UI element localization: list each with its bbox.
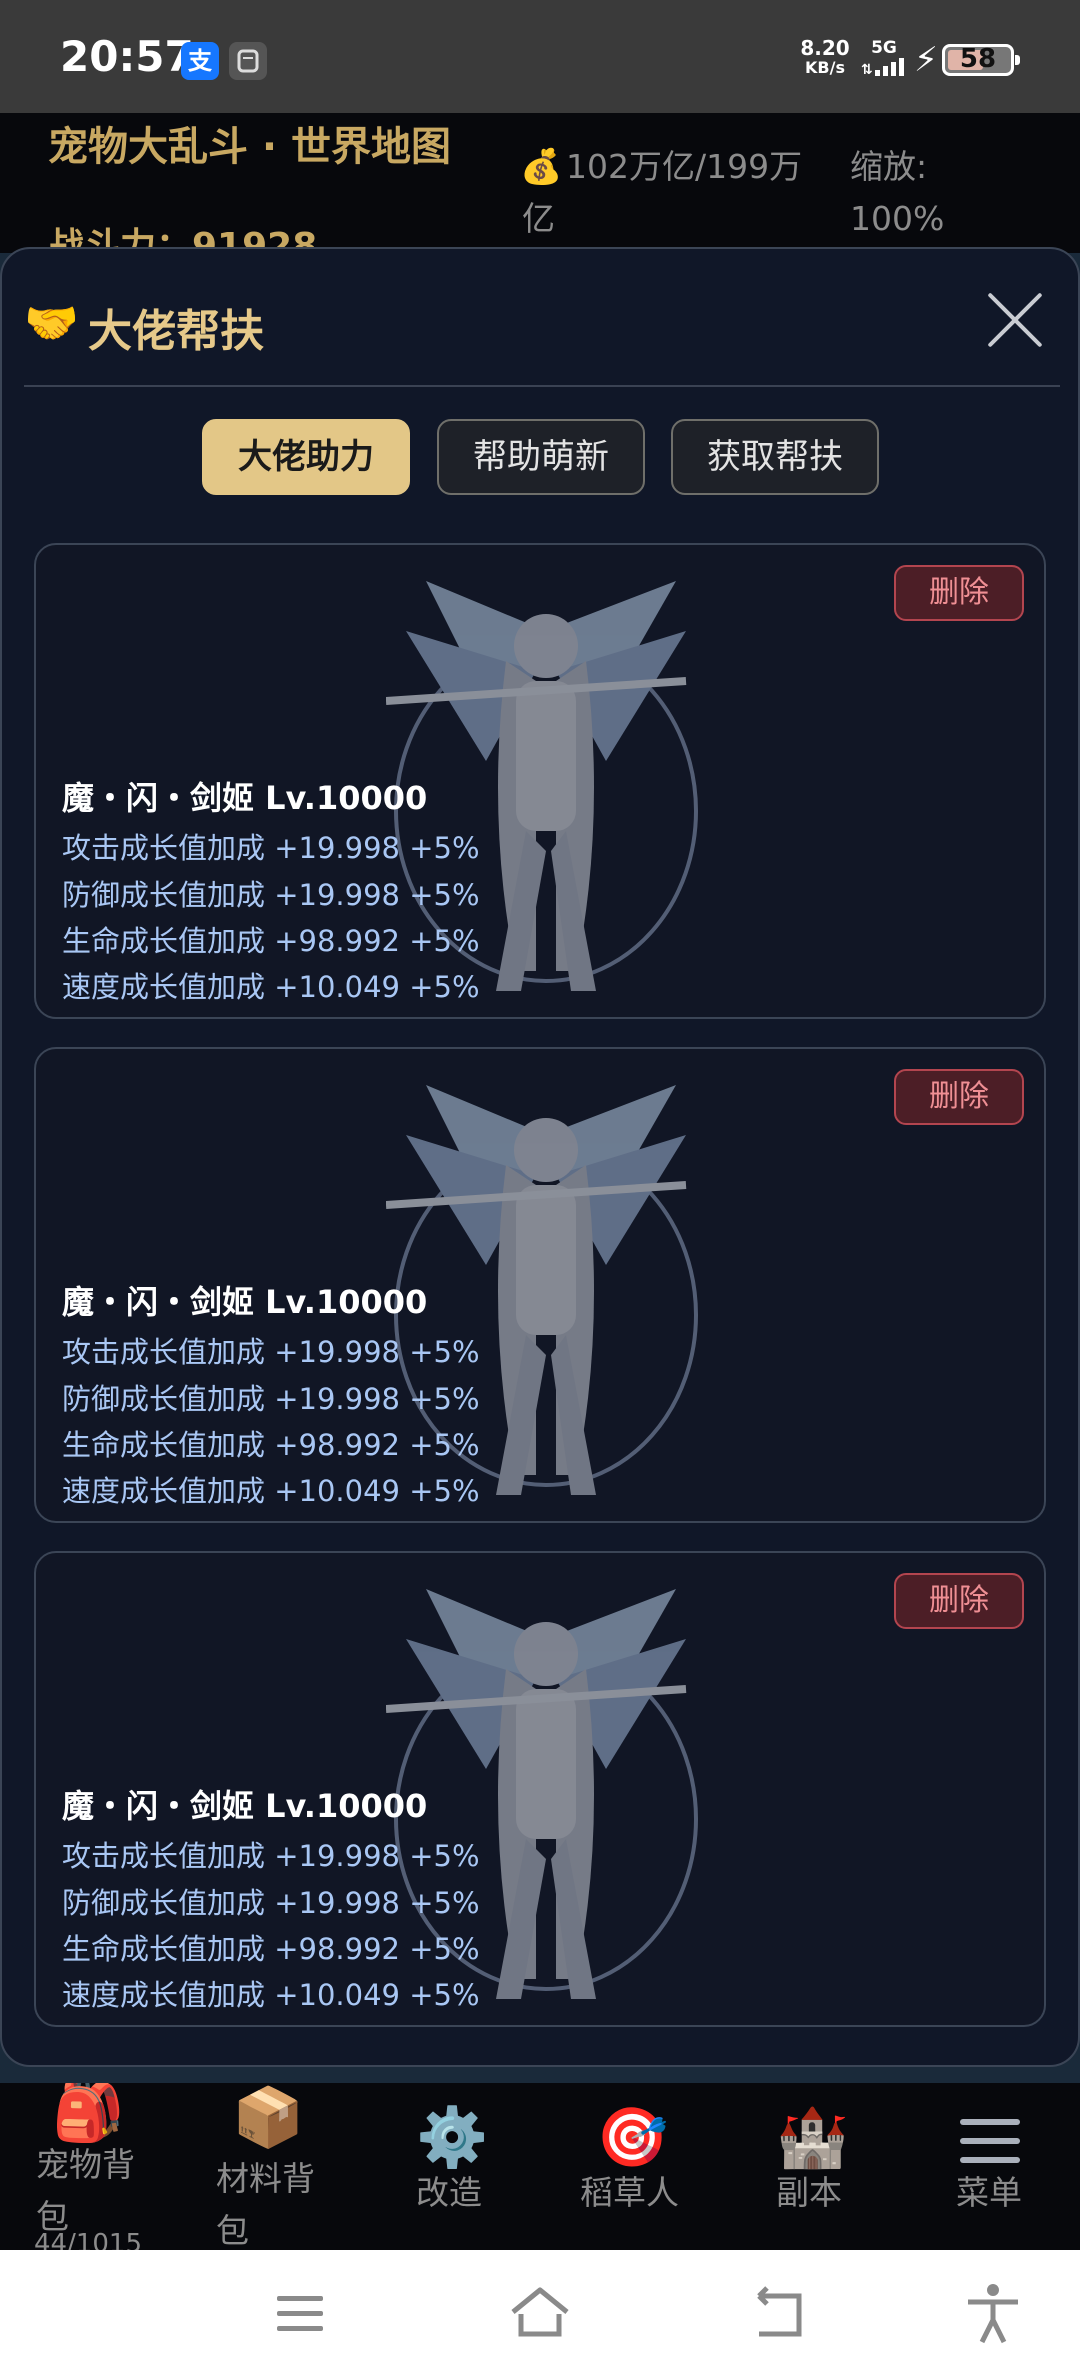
tab-help-newbie[interactable]: 帮助萌新 <box>437 419 645 495</box>
castle-icon: 🏰 <box>776 2103 849 2171</box>
nav-label: 材料背包 <box>216 2159 315 2250</box>
box-icon: 📦 <box>232 2083 305 2151</box>
tab-boss-assist[interactable]: 大佬助力 <box>202 419 410 495</box>
gear-icon: ⚙️ <box>416 2103 489 2171</box>
status-time: 20:57 <box>60 32 194 81</box>
delete-button[interactable]: 删除 <box>894 1069 1024 1125</box>
back-icon[interactable] <box>745 2278 815 2348</box>
stat-attack: 攻击成长值加成 +19.998 +5% <box>62 831 480 865</box>
stat-defense: 防御成长值加成 +19.998 +5% <box>62 878 480 912</box>
nav-pet-backpack[interactable]: 🎒 宠物背包 44/1015 <box>0 2083 180 2250</box>
network-speed-value: 8.20 <box>800 36 850 60</box>
accessibility-icon[interactable] <box>958 2278 1028 2348</box>
pet-card: 删除 魔・闪・剑姬 Lv.10000 攻击成长值加成 +19.998 +5% 防… <box>34 1047 1046 1523</box>
handshake-icon: 🤝 <box>24 298 79 349</box>
pet-card: 删除 魔・闪・剑姬 Lv.10000 攻击成长值加成 +19.998 +5% 防… <box>34 543 1046 1019</box>
stat-attack: 攻击成长值加成 +19.998 +5% <box>62 1839 480 1873</box>
tab-get-help[interactable]: 获取帮扶 <box>671 419 879 495</box>
signal-bars-icon: ⇅ <box>861 58 904 78</box>
stat-defense: 防御成长值加成 +19.998 +5% <box>62 1886 480 1920</box>
network-type: 5G <box>871 38 897 58</box>
network-speed: 8.20 KB/s <box>792 38 858 78</box>
modal-title: 大佬帮扶 <box>88 306 264 357</box>
pet-name: 魔・闪・剑姬 Lv.10000 <box>62 1283 428 1321</box>
zoom-display: 缩放: 100% <box>850 147 945 238</box>
nav-menu[interactable]: 菜单 <box>900 2083 1080 2250</box>
stat-hp: 生命成长值加成 +98.992 +5% <box>62 1428 480 1462</box>
battery-level: 58 <box>959 44 997 74</box>
nav-label: 副本 <box>776 2173 842 2212</box>
nav-dungeon[interactable]: 🏰 副本 <box>720 2083 900 2250</box>
stat-speed: 速度成长值加成 +10.049 +5% <box>62 970 480 1004</box>
app-notification-icon <box>229 42 267 80</box>
stat-speed: 速度成长值加成 +10.049 +5% <box>62 1978 480 2012</box>
game-header: 宠物大乱斗 · 世界地图 战斗力：91928 💰 102万亿/199万亿 缩放:… <box>0 113 1080 253</box>
svg-text:⇅: ⇅ <box>861 62 873 76</box>
status-bar: 20:57 支 8.20 KB/s 5G ⇅ ⚡ 58 <box>0 0 1080 113</box>
delete-button[interactable]: 删除 <box>894 1573 1024 1629</box>
game-title: 宠物大乱斗 · 世界地图 <box>48 124 452 170</box>
pet-name: 魔・闪・剑姬 Lv.10000 <box>62 1787 428 1825</box>
battery-icon: 58 <box>942 44 1020 76</box>
pet-count: 44/1015 <box>34 2229 143 2250</box>
recent-apps-icon[interactable] <box>265 2278 335 2348</box>
stat-attack: 攻击成长值加成 +19.998 +5% <box>62 1335 480 1369</box>
signal-5g: 5G ⇅ <box>860 38 908 81</box>
alipay-icon: 支 <box>181 42 219 80</box>
nav-label: 宠物背包 <box>36 2145 135 2236</box>
stat-speed: 速度成长值加成 +10.049 +5% <box>62 1474 480 1508</box>
nav-label: 改造 <box>416 2173 482 2212</box>
stat-hp: 生命成长值加成 +98.992 +5% <box>62 1932 480 1966</box>
nav-material-backpack[interactable]: 📦 材料背包 <box>180 2083 360 2250</box>
nav-scarecrow[interactable]: 🎯 稻草人 <box>540 2083 720 2250</box>
delete-button[interactable]: 删除 <box>894 565 1024 621</box>
home-icon[interactable] <box>505 2278 575 2348</box>
nav-modify[interactable]: ⚙️ 改造 <box>360 2083 540 2250</box>
stat-defense: 防御成长值加成 +19.998 +5% <box>62 1382 480 1416</box>
bottom-nav: 🎒 宠物背包 44/1015 📦 材料背包 ⚙️ 改造 🎯 稻草人 🏰 副本 菜… <box>0 2083 1080 2250</box>
money-display: 102万亿/199万亿 <box>522 147 803 238</box>
menu-icon <box>960 2119 1020 2163</box>
divider <box>24 385 1060 387</box>
target-icon: 🎯 <box>596 2103 669 2171</box>
network-speed-unit: KB/s <box>805 58 845 77</box>
nav-label: 稻草人 <box>580 2173 679 2212</box>
backpack-icon: 🎒 <box>52 2083 125 2145</box>
stat-hp: 生命成长值加成 +98.992 +5% <box>62 924 480 958</box>
nav-label: 菜单 <box>956 2173 1022 2212</box>
system-nav-bar <box>0 2250 1080 2376</box>
charging-bolt-icon: ⚡ <box>914 40 938 80</box>
close-button[interactable] <box>984 289 1046 351</box>
pet-name: 魔・闪・剑姬 Lv.10000 <box>62 779 428 817</box>
pet-card: 删除 魔・闪・剑姬 Lv.10000 攻击成长值加成 +19.998 +5% 防… <box>34 1551 1046 2027</box>
